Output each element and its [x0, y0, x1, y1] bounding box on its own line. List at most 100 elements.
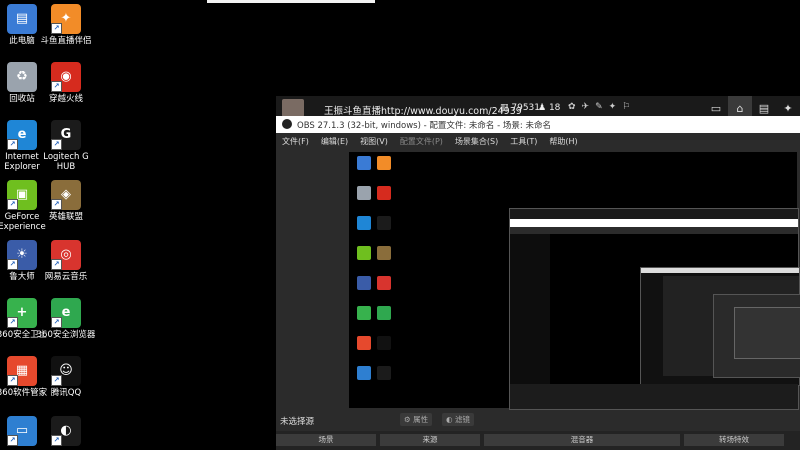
menu-help[interactable]: 帮助(H) — [543, 133, 583, 149]
view-count: ▥ 79531 — [500, 103, 541, 113]
nested-preview-2 — [663, 276, 800, 378]
no-source-selected: 未选择源 — [280, 417, 315, 427]
lol-icon: ◈ ↗ — [51, 180, 81, 210]
properties-label: 属性 — [413, 415, 429, 424]
shortcut-arrow-icon: ↗ — [51, 435, 62, 446]
stream-title: 王振斗鱼直播http://www.douyu.com/24939 — [324, 106, 522, 117]
desktop-icon-label: Logitech G HUB — [43, 152, 89, 172]
streamer-avatar[interactable] — [282, 99, 304, 117]
dock-mixer[interactable]: 混音器 — [484, 434, 680, 446]
360-security-icon: + ↗ — [7, 298, 37, 328]
shortcut-arrow-icon: ↗ — [51, 199, 62, 210]
app-icon — [357, 366, 371, 380]
shortcut-arrow-icon: ↗ — [51, 23, 62, 34]
obs-logo-icon — [282, 119, 292, 129]
menu-tools[interactable]: 工具(T) — [504, 133, 543, 149]
computer-icon: ▤ — [7, 4, 37, 34]
ie-icon — [357, 216, 371, 230]
nested-stream-1 — [509, 208, 800, 410]
nested-docks-1 — [510, 384, 798, 409]
obs-titlebar: OBS 27.1.3 (32-bit, windows) - 配置文件: 未命名… — [276, 116, 800, 133]
menu-file[interactable]: 文件(F) — [276, 133, 315, 149]
shortcut-arrow-icon: ↗ — [7, 435, 18, 446]
desktop-icon-label: 穿越火线 — [48, 94, 83, 104]
360-software-icon — [357, 336, 371, 350]
obs-preview[interactable] — [349, 152, 800, 410]
obs-icon — [377, 366, 391, 380]
crossfire-icon: ◉ ↗ — [51, 62, 81, 92]
obs-icon: ◐ ↗ — [51, 416, 81, 446]
obs-menubar: 文件(F) 编辑(E) 视图(V) 配置文件(P) 场景集合(S) 工具(T) … — [276, 133, 800, 149]
shortcut-arrow-icon: ↗ — [51, 375, 62, 386]
shortcut-arrow-icon: ↗ — [51, 139, 62, 150]
nested-title-2 — [641, 268, 799, 273]
nested-bar-1 — [510, 209, 798, 219]
filters-label: 滤镜 — [454, 415, 470, 424]
logitech-icon: G ↗ — [51, 120, 81, 150]
menu-edit[interactable]: 编辑(E) — [315, 133, 354, 149]
360-software-icon: ▦ ↗ — [7, 356, 37, 386]
dock-scenes[interactable]: 场景 — [276, 434, 376, 446]
logitech-icon — [377, 216, 391, 230]
nested-stream-4 — [734, 307, 800, 359]
menu-profile[interactable]: 配置文件(P) — [394, 133, 449, 149]
obs-docks: 场景 来源 混音器 转场特效 — [276, 431, 800, 450]
fan-count-value: 18 — [548, 103, 561, 113]
desktop-icon[interactable]: ◐ ↗ — [36, 416, 96, 448]
desktop-icon[interactable]: ☺ ↗ 腾讯QQ — [36, 356, 96, 398]
obs-title: OBS 27.1.3 (32-bit, windows) - 配置文件: 未命名… — [297, 121, 551, 131]
nested-stream-2 — [640, 267, 800, 386]
ludashi-icon: ☀ ↗ — [7, 240, 37, 270]
qq-icon: ☺ ↗ — [51, 356, 81, 386]
douyu-icon: ✦ ↗ — [51, 4, 81, 34]
desktop-icon[interactable]: ◈ ↗ 英雄联盟 — [36, 180, 96, 222]
properties-button[interactable]: ⚙ 属性 — [400, 413, 433, 426]
lol-icon — [377, 246, 391, 260]
netease-music-icon: ◎ ↗ — [51, 240, 81, 270]
360-security-icon — [357, 306, 371, 320]
recycle-bin-icon: ♻ — [7, 62, 37, 92]
view-count-value: 79531 — [511, 103, 541, 113]
fan-count: ♟ 18 — [538, 103, 561, 113]
shortcut-arrow-icon: ↗ — [51, 259, 62, 270]
desktop-icon[interactable]: ◎ ↗ 网易云音乐 — [36, 240, 96, 282]
360-browser-icon — [377, 306, 391, 320]
ie-icon: e ↗ — [7, 120, 37, 150]
desktop-icon-label: 网易云音乐 — [44, 272, 88, 282]
shortcut-arrow-icon: ↗ — [51, 81, 62, 92]
desktop-icon-label: 英雄联盟 — [48, 212, 83, 222]
shortcut-arrow-icon: ↗ — [7, 199, 18, 210]
shortcut-arrow-icon: ↗ — [7, 317, 18, 328]
menu-view[interactable]: 视图(V) — [354, 133, 394, 149]
ludashi-icon — [357, 276, 371, 290]
desktop-icon[interactable]: e ↗ 360安全浏览器 — [36, 298, 96, 340]
desktop-icon[interactable]: ✦ ↗ 斗鱼直播伴侣 — [36, 4, 96, 46]
360-browser-icon: e ↗ — [51, 298, 81, 328]
desktop-icon[interactable]: G ↗ Logitech G HUB — [36, 120, 96, 172]
desktop-icon[interactable]: ◉ ↗ 穿越火线 — [36, 62, 96, 104]
menu-scene-collection[interactable]: 场景集合(S) — [449, 133, 504, 149]
dock-transitions[interactable]: 转场特效 — [684, 434, 784, 446]
desktop-icon-label: 斗鱼直播伴侣 — [40, 36, 92, 46]
top-window-strip — [207, 0, 375, 3]
desktop-icon-label: 腾讯QQ — [50, 388, 82, 398]
nested-preview-1 — [550, 234, 800, 386]
crossfire-icon — [377, 186, 391, 200]
nested-menu-1 — [510, 227, 798, 234]
dock-sources[interactable]: 来源 — [380, 434, 480, 446]
shortcut-arrow-icon: ↗ — [51, 317, 62, 328]
geforce-icon — [357, 246, 371, 260]
computer-icon — [357, 156, 371, 170]
shortcut-arrow-icon: ↗ — [7, 139, 18, 150]
shortcut-arrow-icon: ↗ — [7, 259, 18, 270]
nested-stream-3 — [713, 294, 800, 378]
geforce-icon: ▣ ↗ — [7, 180, 37, 210]
nested-title-1 — [510, 219, 798, 227]
stream-tool-icons[interactable]: ✿✈✎✦⚐ — [568, 102, 636, 112]
qq-icon — [377, 336, 391, 350]
obs-window: OBS 27.1.3 (32-bit, windows) - 配置文件: 未命名… — [276, 116, 800, 450]
filters-button[interactable]: ◐ 滤镜 — [442, 413, 474, 426]
shortcut-arrow-icon: ↗ — [7, 375, 18, 386]
douyu-icon — [377, 156, 391, 170]
app-icon: ▭ ↗ — [7, 416, 37, 446]
